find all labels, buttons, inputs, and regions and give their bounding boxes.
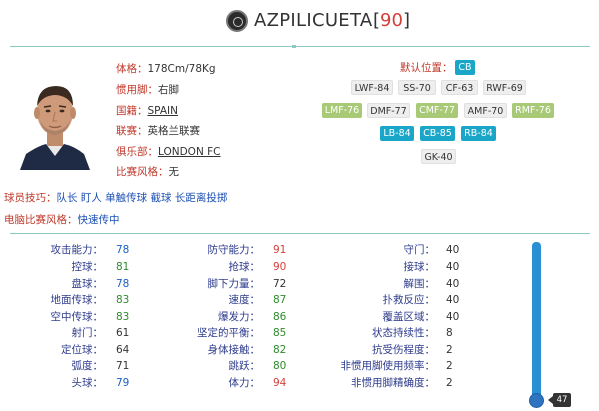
stat-value: 71 [116, 360, 130, 372]
player-name: AZPILICUETA [254, 10, 373, 31]
position-badge: LMF-76 [322, 103, 362, 118]
stat-value: 80 [273, 360, 287, 372]
current-position-badge: CB [455, 60, 475, 75]
stat-value: 64 [116, 344, 130, 356]
info-style: 比赛风格：无 [116, 166, 179, 178]
stat-value: 40 [446, 311, 460, 323]
stat-value: 87 [273, 294, 287, 306]
stat-value: 72 [273, 278, 287, 290]
stat-value: 79 [116, 377, 130, 389]
stat-label: 速度： [228, 294, 261, 306]
info-league: 联赛：英格兰联赛 [116, 125, 200, 137]
position-badge: DMF-77 [367, 103, 410, 118]
default-position-label: 默认位置： [400, 62, 453, 74]
stat-value: 2 [446, 377, 453, 389]
stat-value: 61 [116, 327, 130, 339]
stat-label: 坚定的平衡： [197, 327, 260, 339]
club-badge-icon [226, 10, 248, 32]
stat-label: 定位球： [61, 344, 103, 356]
stat-value: 90 [273, 261, 287, 273]
overall-rating: [90] [373, 10, 410, 31]
stat-label: 攻击能力： [50, 244, 104, 256]
stat-label: 非惯用脚精确度： [351, 377, 435, 389]
divider-top [10, 46, 590, 47]
stat-label: 脚下力量： [207, 278, 261, 290]
stat-label: 抢球： [228, 261, 261, 273]
position-badge: CF-63 [441, 80, 478, 95]
position-badge: RB-84 [461, 126, 496, 141]
nation-link[interactable]: SPAIN [148, 105, 178, 117]
stat-label: 非惯用脚使用频率： [340, 360, 436, 372]
position-badge: CMF-77 [416, 103, 458, 118]
stat-value: 82 [273, 344, 287, 356]
player-header: AZPILICUETA [90] [0, 0, 599, 44]
stat-label: 身体接触： [207, 344, 261, 356]
stat-label: 扑救反应： [382, 294, 436, 306]
stat-label: 状态持续性： [372, 327, 435, 339]
info-nation: 国籍：SPAIN [116, 105, 178, 117]
stat-value: 2 [446, 344, 453, 356]
info-foot: 惯用脚：右脚 [116, 84, 179, 96]
stat-value: 83 [116, 294, 130, 306]
position-badge: RWF-69 [483, 80, 526, 95]
ai-play-style: 电脑比赛风格：快速传中 [4, 214, 120, 226]
stat-value: 40 [446, 244, 460, 256]
level-slider-handle[interactable] [529, 393, 544, 408]
position-badge: LWF-84 [351, 80, 393, 95]
stat-value: 40 [446, 294, 460, 306]
stat-label: 覆盖区域： [382, 311, 436, 323]
divider-stats [10, 233, 590, 234]
level-slider-value: 47 [548, 393, 571, 407]
stat-value: 2 [446, 360, 453, 372]
divider-dot [292, 45, 296, 48]
overall-rating-value: 90 [380, 10, 403, 31]
position-badge: RMF-76 [512, 103, 554, 118]
stat-label: 弧度： [71, 360, 104, 372]
club-link[interactable]: LONDON FC [158, 146, 221, 158]
position-badge: AMF-70 [464, 103, 507, 118]
info-height-weight: 体格：178Cm/78Kg [116, 63, 216, 75]
stat-label: 解围： [403, 278, 436, 290]
stat-label: 射门： [71, 327, 104, 339]
stat-label: 抗受伤程度： [372, 344, 435, 356]
stat-label: 地面传球： [50, 294, 104, 306]
stat-value: 94 [273, 377, 287, 389]
stat-label: 爆发力： [218, 311, 260, 323]
stat-label: 头球： [71, 377, 104, 389]
stat-label: 接球： [403, 261, 436, 273]
stat-label: 守门： [403, 244, 436, 256]
position-badge: CB-85 [420, 126, 455, 141]
player-skills: 球员技巧：队长 盯人 单触传球 截球 长距离投掷 [4, 192, 228, 204]
stat-value: 85 [273, 327, 287, 339]
stat-label: 盘球： [71, 278, 104, 290]
stat-label: 控球： [71, 261, 104, 273]
position-badge: GK-40 [421, 149, 456, 164]
stat-value: 83 [116, 311, 130, 323]
stat-value: 40 [446, 278, 460, 290]
stat-value: 78 [116, 278, 130, 290]
player-photo [16, 74, 94, 170]
stat-value: 86 [273, 311, 287, 323]
level-slider-track[interactable] [532, 242, 541, 400]
stat-label: 体力： [228, 377, 261, 389]
stat-value: 8 [446, 327, 453, 339]
stat-label: 空中传球： [50, 311, 104, 323]
stat-value: 78 [116, 244, 130, 256]
position-badge: SS-70 [398, 80, 436, 95]
info-club: 俱乐部：LONDON FC [116, 146, 221, 158]
stat-label: 跳跃： [228, 360, 261, 372]
stat-label: 防守能力： [207, 244, 261, 256]
position-badge: LB-84 [380, 126, 414, 141]
stat-value: 81 [116, 261, 130, 273]
stat-value: 40 [446, 261, 460, 273]
stat-value: 91 [273, 244, 287, 256]
